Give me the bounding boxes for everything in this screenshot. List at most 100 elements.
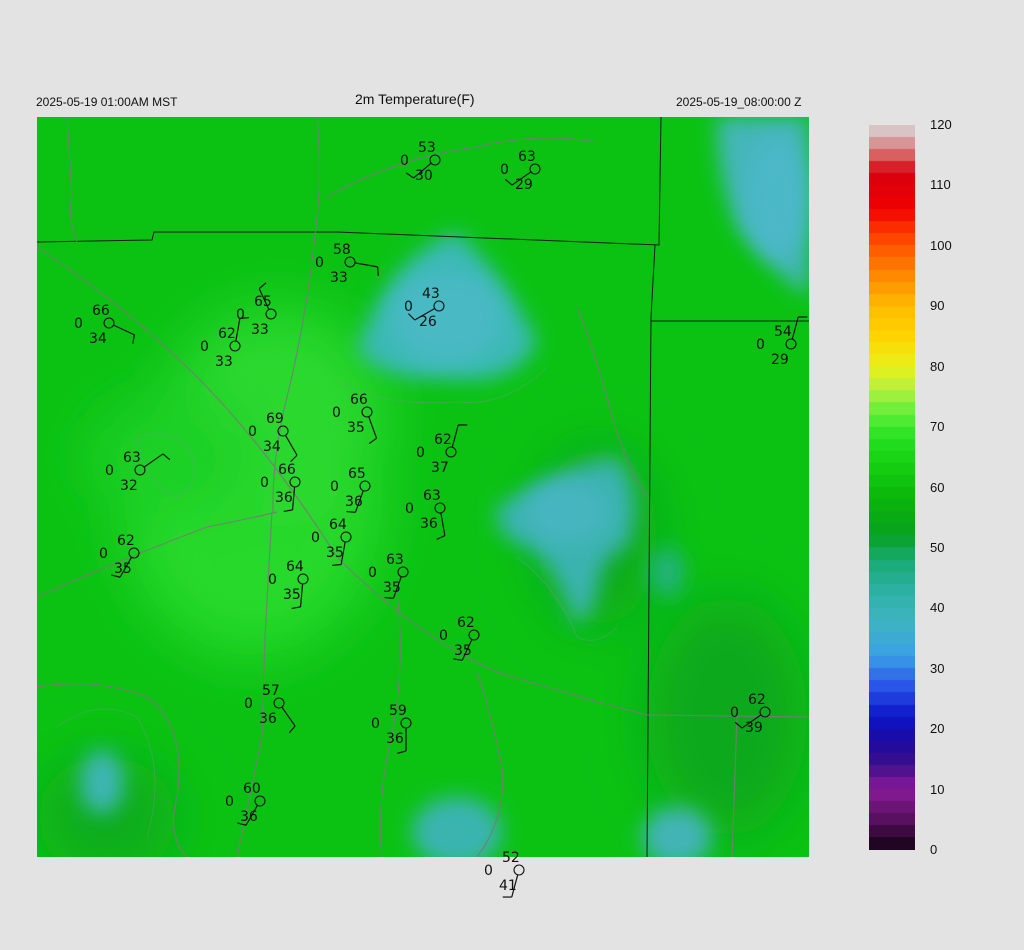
station-circle [265,308,277,320]
station-dewpoint: 35 [347,420,365,436]
station-plot[interactable]: 62 0 35 [99,533,140,578]
station-gust: 0 [99,546,108,562]
station-gust: 0 [244,696,253,712]
station-plot[interactable]: 58 0 33 [315,242,379,286]
station-plot[interactable]: 63 0 36 [405,488,446,540]
station-gust: 0 [404,299,413,315]
station-circle [445,446,457,458]
station-dewpoint: 36 [240,809,258,825]
station-gust: 0 [730,705,739,721]
color-scale-tick: 40 [930,600,945,616]
wind-barb-flag [376,266,379,276]
station-dewpoint: 36 [259,711,277,727]
station-plot[interactable]: 65 0 36 [330,466,371,513]
station-plot[interactable]: 63 0 32 [105,450,171,494]
wind-barb-flag [397,750,407,754]
station-plot[interactable]: 60 0 36 [225,781,266,826]
station-plot[interactable]: 43 0 26 [404,286,445,330]
station-circle [361,406,373,418]
station-plot[interactable]: 53 0 30 [400,140,441,184]
station-plot[interactable]: 52 0 41 [484,850,525,898]
station-plot[interactable]: 62 0 35 [439,615,480,661]
local-time: 2025-05-19 01:00AM MST [36,95,178,109]
station-circle [103,317,115,329]
station-plot[interactable]: 63 0 35 [368,552,409,599]
station-gust: 0 [439,628,448,644]
wind-barb-flag [288,725,296,734]
station-plot[interactable]: 62 0 33 [200,317,249,370]
color-scale [869,125,915,850]
station-circle [289,476,301,488]
wind-barb-flag [368,437,377,444]
station-plot[interactable]: 57 0 36 [244,683,296,734]
temperature-map[interactable]: 53 0 30 63 0 29 58 0 33 43 0 26 66 0 34 65 0 33 62 0 33 54 0 29… [37,117,809,898]
station-plot[interactable]: 64 0 35 [268,559,309,610]
station-gust: 0 [311,530,320,546]
station-gust: 0 [74,316,83,332]
station-plot[interactable]: 54 0 29 [756,316,808,368]
wind-barb-flag [436,535,446,540]
station-plot[interactable]: 65 0 33 [236,282,277,338]
wind-barb-shaft [284,435,298,456]
wind-barb-shaft [451,424,459,448]
station-plot[interactable]: 62 0 37 [416,424,468,476]
station-gust: 0 [330,479,339,495]
station-gust: 0 [248,424,257,440]
station-plot[interactable]: 69 0 34 [248,411,298,463]
station-circle [344,256,356,268]
station-dewpoint: 33 [215,354,233,370]
wind-barb-flag [162,453,171,461]
station-dewpoint: 29 [515,177,533,193]
station-circle [340,531,352,543]
station-temperature: 58 [333,242,351,258]
station-gust: 0 [500,162,509,178]
station-dewpoint: 36 [275,490,293,506]
wind-barb-shaft [281,706,296,727]
station-temperature: 63 [123,450,141,466]
station-temperature: 54 [774,324,792,340]
wind-barb-flag [332,563,342,566]
station-dewpoint: 34 [89,331,107,347]
station-gust: 0 [756,337,765,353]
station-temperature: 63 [518,149,536,165]
station-temperature: 53 [418,140,436,156]
station-circle [513,864,525,876]
station-circle [297,573,309,585]
station-gust: 0 [236,307,245,323]
station-plot[interactable]: 63 0 29 [500,149,541,193]
color-scale-tick: 50 [930,539,945,555]
wind-barb-shaft [291,486,296,510]
station-circle [400,717,412,729]
wind-barb-shaft [113,324,135,336]
station-plot[interactable]: 64 0 35 [311,517,352,566]
station-plot[interactable]: 66 0 34 [74,303,135,347]
station-circle [434,502,446,514]
station-gust: 0 [371,716,380,732]
station-gust: 0 [200,339,209,355]
station-gust: 0 [332,405,341,421]
wind-barb-shaft [299,583,304,607]
wind-barb-shaft [791,316,799,340]
station-plot[interactable]: 62 0 39 [730,692,771,736]
wind-barb-flag [290,454,298,463]
station-plot[interactable]: 66 0 36 [260,462,301,513]
station-circle [128,547,140,559]
station-plot[interactable]: 59 0 36 [371,703,412,754]
station-temperature: 65 [348,466,366,482]
station-gust: 0 [225,794,234,810]
color-scale-tick: 10 [930,781,945,797]
station-temperature: 62 [457,615,475,631]
station-circle [785,338,797,350]
wind-barb-flag [453,658,463,661]
station-gust: 0 [105,463,114,479]
station-circle [273,697,285,709]
station-circle [433,300,445,312]
station-gust: 0 [315,255,324,271]
station-gust: 0 [260,475,269,491]
wind-barb-flag [346,510,356,513]
station-dewpoint: 39 [745,720,763,736]
station-circle [277,425,289,437]
station-layer: 5303063029580334302666034650336203354029… [74,140,808,898]
station-plot[interactable]: 66 0 35 [332,392,378,444]
station-circle [529,163,541,175]
